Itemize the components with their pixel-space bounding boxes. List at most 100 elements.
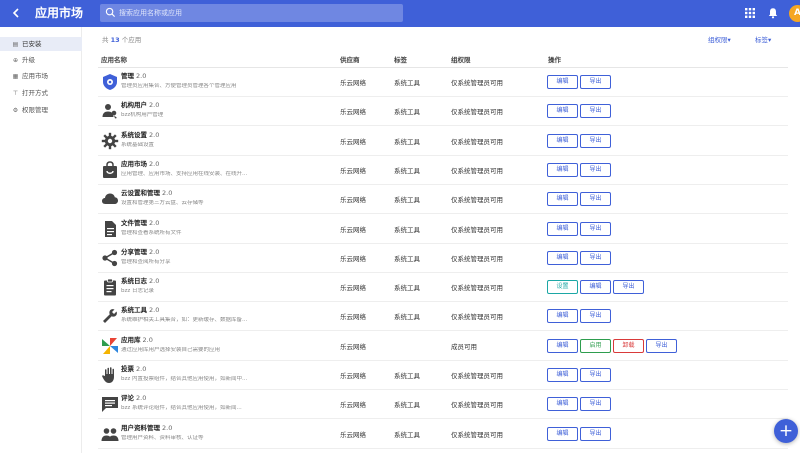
export-button[interactable]: 导出 (580, 309, 611, 324)
app-version: 2.0 (162, 189, 173, 198)
export-button[interactable]: 导出 (646, 338, 677, 353)
sidebar-item-label: 应用市场 (22, 72, 48, 80)
app-name[interactable]: 机构用户 2.0 (121, 101, 159, 109)
app-tag: 系统工具 (394, 372, 420, 380)
table-row: 应用库 2.0 通过应用库用户选择安装自己需要的应用 乐云网络 成员可用 编辑 启用 卸载 导出 (98, 332, 788, 361)
edit-button[interactable]: 编辑 (547, 133, 578, 148)
app-permission: 仅系统管理员可用 (451, 313, 503, 322)
user-avatar[interactable]: A (789, 5, 800, 22)
app-tag: 系统工具 (394, 430, 420, 439)
col-tag-header: 标签 (394, 56, 407, 64)
app-vendor: 乐云网络 (340, 313, 366, 322)
count-prefix: 共 (102, 36, 109, 44)
edit-button[interactable]: 编辑 (547, 426, 578, 441)
users-icon (101, 102, 119, 120)
edit-button[interactable]: 编辑 (547, 192, 578, 207)
search-icon (105, 7, 116, 18)
count-suffix: 个应用 (121, 36, 142, 44)
edit-button[interactable]: 编辑 (547, 250, 578, 265)
hand-icon (101, 366, 119, 384)
app-name[interactable]: 投票 2.0 (121, 365, 146, 373)
sidebar-item-label: 打开方式 (22, 89, 48, 97)
app-tag: 系统工具 (394, 79, 420, 87)
sidebar-item-market[interactable]: ▦ 应用市场 (0, 69, 82, 83)
app-description: 管理和查看系统所有文件 (121, 229, 182, 236)
chevron-left-icon (12, 8, 19, 18)
export-button[interactable]: 导出 (580, 104, 611, 119)
search-box[interactable] (100, 4, 403, 22)
apps-grid-icon[interactable] (744, 7, 756, 19)
sidebar-item-open-with[interactable]: ⊤ 打开方式 (0, 86, 82, 100)
group-permission-filter[interactable]: 组权限▾ (708, 36, 731, 45)
sidebar-item-installed[interactable]: ▤ 已安装 (0, 37, 82, 51)
app-tag: 系统工具 (394, 196, 420, 205)
app-name[interactable]: 用户资料管理 2.0 (121, 424, 172, 432)
app-name[interactable]: 系统设置 2.0 (121, 131, 159, 139)
app-name[interactable]: 文件管理 2.0 (121, 219, 159, 227)
app-vendor: 乐云网络 (340, 196, 366, 205)
col-name-header: 应用名称 (101, 56, 127, 64)
app-description: bzz机构用户管理 (121, 112, 164, 119)
shield-icon (101, 73, 119, 91)
enable-button[interactable]: 启用 (580, 338, 611, 353)
table-row: 投票 2.0 bzz 内置投票组件，结合其他应用使用，如新闻中... 乐云网络 系统工具… (98, 361, 788, 390)
app-vendor: 乐云网络 (340, 225, 366, 234)
edit-button[interactable]: 编辑 (547, 75, 578, 89)
export-button[interactable]: 导出 (613, 280, 644, 295)
app-name[interactable]: 应用市场 2.0 (121, 160, 159, 168)
table-row: 系统设置 2.0 系统基础设置 乐云网络 系统工具 仅系统管理员可用 编辑 导出 (98, 127, 788, 156)
export-button[interactable]: 导出 (580, 426, 611, 441)
edit-button[interactable]: 编辑 (547, 221, 578, 236)
tag-filter[interactable]: 标签▾ (755, 36, 771, 45)
app-name[interactable]: 系统工具 2.0 (121, 306, 159, 314)
app-name[interactable]: 云设置和管理 2.0 (121, 189, 172, 197)
app-name[interactable]: 分享管理 2.0 (121, 248, 159, 256)
export-button[interactable]: 导出 (580, 162, 611, 177)
edit-button[interactable]: 编辑 (547, 397, 578, 412)
app-permission: 仅系统管理员可用 (451, 166, 503, 175)
export-button[interactable]: 导出 (580, 75, 611, 89)
bell-icon[interactable] (767, 7, 779, 19)
export-button[interactable]: 导出 (580, 368, 611, 382)
app-permission: 仅系统管理员可用 (451, 284, 503, 293)
edit-button[interactable]: 编辑 (547, 162, 578, 177)
app-permission: 仅系统管理员可用 (451, 108, 503, 117)
app-version: 2.0 (149, 277, 160, 286)
sidebar-item-permissions[interactable]: ⚙ 权限管理 (0, 103, 82, 117)
export-button[interactable]: 导出 (580, 250, 611, 265)
app-permission: 仅系统管理员可用 (451, 196, 503, 205)
pinwheel-icon (101, 337, 119, 355)
app-vendor: 乐云网络 (340, 79, 366, 87)
uninstall-button[interactable]: 卸载 (613, 338, 644, 353)
edit-button[interactable]: 编辑 (547, 309, 578, 324)
app-tag: 系统工具 (394, 401, 420, 410)
app-name[interactable]: 应用库 2.0 (121, 336, 153, 344)
app-name[interactable]: 系统日志 2.0 (121, 277, 159, 285)
export-button[interactable]: 导出 (580, 133, 611, 148)
app-tag: 系统工具 (394, 108, 420, 117)
export-button[interactable]: 导出 (580, 397, 611, 412)
app-version: 2.0 (136, 72, 147, 80)
table-header: 应用名称 供应商 标签 组权限 操作 (98, 52, 788, 68)
edit-button[interactable]: 编辑 (547, 104, 578, 119)
add-app-button[interactable]: + (774, 419, 798, 443)
app-name[interactable]: 评论 2.0 (121, 394, 146, 402)
export-button[interactable]: 导出 (580, 192, 611, 207)
back-button[interactable] (9, 5, 23, 21)
edit-button[interactable]: 编辑 (580, 280, 611, 295)
app-name[interactable]: 管理 2.0 (121, 72, 146, 80)
app-name-text: 评论 (121, 394, 134, 403)
sidebar-item-upgrade[interactable]: ⊕ 升级 (0, 53, 82, 67)
app-version: 2.0 (149, 159, 160, 168)
cloud-icon (101, 190, 119, 208)
app-tag: 系统工具 (394, 284, 420, 293)
sidebar-item-label: 升级 (22, 56, 35, 64)
settings-button[interactable]: 设置 (547, 280, 578, 295)
export-button[interactable]: 导出 (580, 221, 611, 236)
app-tag: 系统工具 (394, 225, 420, 234)
app-vendor: 乐云网络 (340, 342, 366, 351)
edit-button[interactable]: 编辑 (547, 368, 578, 382)
wrench-icon (101, 307, 119, 325)
edit-button[interactable]: 编辑 (547, 338, 578, 353)
search-input[interactable] (119, 5, 399, 21)
